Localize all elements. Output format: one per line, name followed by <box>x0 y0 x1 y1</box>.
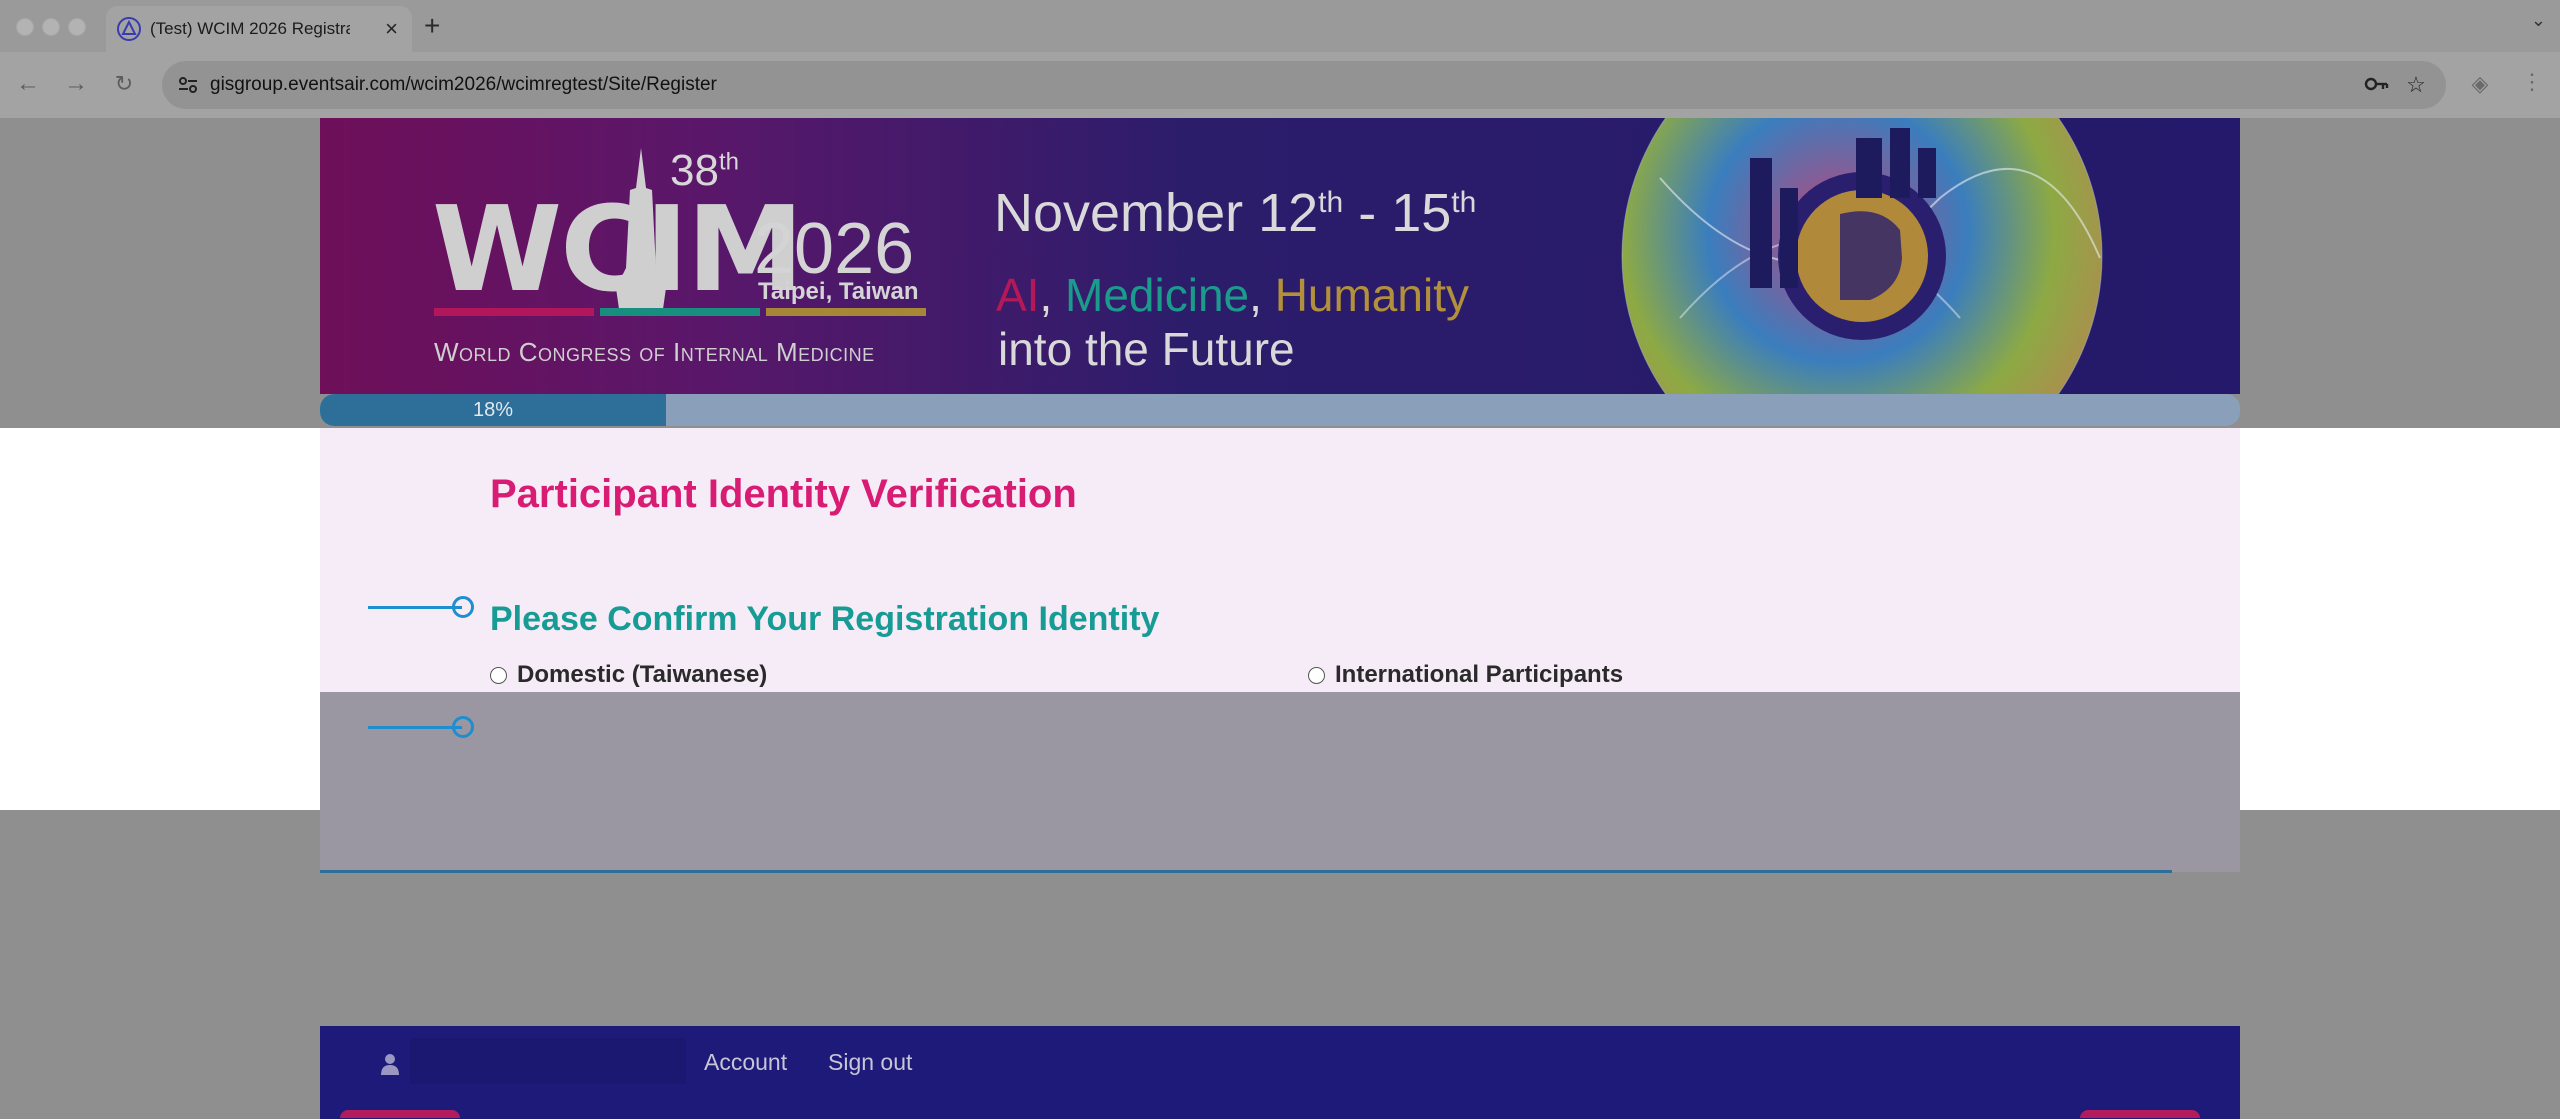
logo-city: Taipei, Taiwan <box>758 278 919 305</box>
footer-button-right[interactable] <box>2080 1110 2200 1118</box>
congress-name: World Congress of Internal Medicine <box>434 337 875 367</box>
logo-bar-gold <box>766 308 926 316</box>
registration-progress-bar: 18% <box>320 394 2240 426</box>
tagline-comma: , <box>1249 269 1262 321</box>
browser-tab-active[interactable]: (Test) WCIM 2026 Registratio × <box>106 6 412 52</box>
dates-end-suffix: th <box>1451 186 1477 219</box>
menu-dots-icon[interactable]: ⋮ <box>2520 70 2544 94</box>
tab-search-chevron-icon[interactable]: ⌄ <box>2531 10 2546 31</box>
logo-bar-teal <box>600 308 760 316</box>
new-tab-button[interactable]: + <box>424 6 440 46</box>
address-bar[interactable]: gisgroup.eventsair.com/wcim2026/wcimregt… <box>162 61 2446 109</box>
window-minimize-button[interactable] <box>42 18 60 36</box>
step-marker-2-icon <box>452 716 474 738</box>
user-footer-bar: Account Sign out <box>320 1026 2240 1119</box>
event-banner: 38th WCIM 2026 Taipei, Taiwan World Cong… <box>320 118 2240 394</box>
window-close-button[interactable] <box>16 18 34 36</box>
reload-icon[interactable]: ↻ <box>106 66 142 102</box>
account-link[interactable]: Account <box>704 1026 787 1098</box>
page-container: 38th WCIM 2026 Taipei, Taiwan World Cong… <box>320 118 2240 1119</box>
dates-start: November 12 <box>994 183 1319 243</box>
tagline-future: into the Future <box>998 323 1295 375</box>
ordinal-suffix: th <box>718 148 739 176</box>
forward-icon[interactable]: → <box>58 66 94 102</box>
eventsair-favicon-icon <box>117 17 141 41</box>
section-divider-2 <box>320 870 2172 873</box>
url-text[interactable]: gisgroup.eventsair.com/wcim2026/wcimregt… <box>210 61 717 109</box>
step-connector-line-2 <box>368 726 462 729</box>
password-key-icon[interactable] <box>2362 71 2390 99</box>
progress-label: 18% <box>472 399 514 421</box>
web-page: Participant Identity Verification Please… <box>0 118 2560 1119</box>
tab-title: (Test) WCIM 2026 Registratio <box>150 19 350 38</box>
dates-end: - 15 <box>1343 183 1452 243</box>
browser-tabbar: (Test) WCIM 2026 Registratio × + ⌄ <box>0 0 2560 52</box>
event-dates: November 12th - 15th <box>994 182 1476 244</box>
tagline-humanity: Humanity <box>1274 269 1469 321</box>
tab-close-icon[interactable]: × <box>385 6 398 52</box>
user-icon <box>381 1054 399 1075</box>
extension-icon[interactable]: ◈ <box>2468 72 2492 96</box>
user-name-field <box>410 1038 686 1084</box>
window-zoom-button[interactable] <box>68 18 86 36</box>
tagline-comma: , <box>1039 269 1053 321</box>
tagline-ai: AI <box>996 269 1040 321</box>
dates-start-suffix: th <box>1318 186 1344 219</box>
logo-bar-magenta <box>434 308 594 316</box>
bookmark-star-icon[interactable]: ☆ <box>2402 71 2430 99</box>
tagline-medicine: Medicine <box>1065 269 1250 321</box>
wcim-logo-text: WCIM <box>432 180 804 318</box>
tagline: AI, Medicine, Humanity <box>996 268 1469 322</box>
browser-toolbar: ← → ↻ gisgroup.eventsair.com/wcim2026/wc… <box>0 52 2560 118</box>
back-icon[interactable]: ← <box>10 66 46 102</box>
sign-out-link[interactable]: Sign out <box>828 1026 912 1098</box>
site-settings-icon[interactable] <box>176 73 200 97</box>
footer-button-left[interactable] <box>340 1110 460 1118</box>
next-step-section <box>320 692 2240 873</box>
